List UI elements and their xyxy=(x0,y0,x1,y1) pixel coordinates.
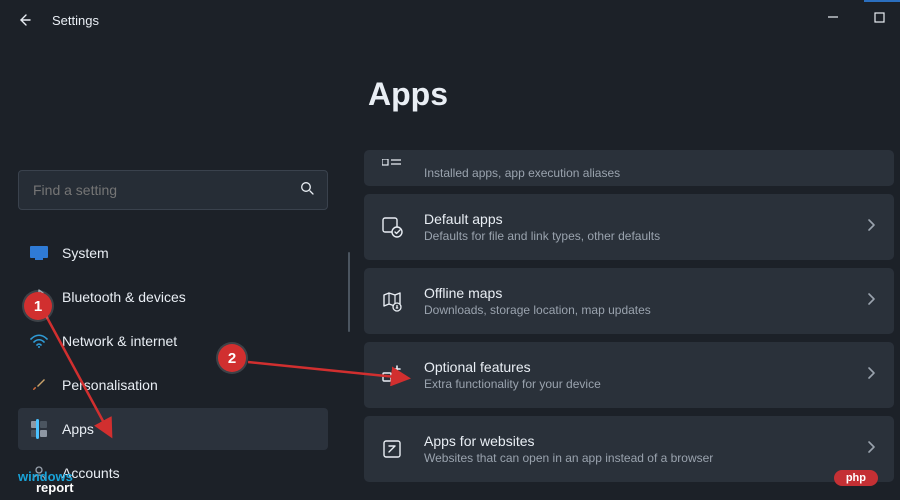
window-title: Settings xyxy=(52,13,99,28)
settings-cards: Installed apps, app execution aliases De… xyxy=(364,150,894,482)
search-icon xyxy=(299,180,315,201)
card-optional-features[interactable]: Optional features Extra functionality fo… xyxy=(364,342,894,408)
annotation-arrow-2 xyxy=(244,356,414,386)
search-input[interactable] xyxy=(31,181,299,199)
card-title: Default apps xyxy=(424,211,848,227)
card-title: Optional features xyxy=(424,359,848,375)
chevron-right-icon xyxy=(866,218,876,237)
maximize-button[interactable] xyxy=(864,6,894,28)
layout: System Bluetooth & devices Network & int… xyxy=(0,40,900,500)
scrollbar-thumb[interactable] xyxy=(348,252,350,332)
card-text: Installed apps, app execution aliases xyxy=(424,164,876,180)
card-title: Offline maps xyxy=(424,285,848,301)
chevron-right-icon xyxy=(866,366,876,385)
card-text: Optional features Extra functionality fo… xyxy=(424,359,848,391)
card-offline-maps[interactable]: Offline maps Downloads, storage location… xyxy=(364,268,894,334)
annotation-marker-2: 2 xyxy=(218,344,246,372)
search-box[interactable] xyxy=(18,170,328,210)
card-subtitle: Websites that can open in an app instead… xyxy=(424,451,848,465)
card-subtitle: Installed apps, app execution aliases xyxy=(424,166,876,180)
back-button[interactable] xyxy=(10,6,38,34)
sidebar-item-label: System xyxy=(62,245,109,261)
minimize-button[interactable] xyxy=(818,6,848,28)
card-subtitle: Downloads, storage location, map updates xyxy=(424,303,848,317)
card-title: Apps for websites xyxy=(424,433,848,449)
watermark: windows report xyxy=(18,470,74,494)
sidebar-item-label: Bluetooth & devices xyxy=(62,289,186,305)
card-subtitle: Extra functionality for your device xyxy=(424,377,848,391)
watermark-line-2: report xyxy=(36,481,74,494)
page-title: Apps xyxy=(368,76,876,113)
list-icon xyxy=(378,152,406,180)
php-badge: php xyxy=(834,470,878,486)
card-installed-apps[interactable]: Installed apps, app execution aliases xyxy=(364,150,894,186)
card-default-apps[interactable]: Default apps Defaults for file and link … xyxy=(364,194,894,260)
chevron-right-icon xyxy=(866,292,876,311)
websites-icon xyxy=(378,435,406,463)
window-controls xyxy=(818,6,894,28)
card-subtitle: Defaults for file and link types, other … xyxy=(424,229,848,243)
card-apps-for-websites[interactable]: Apps for websites Websites that can open… xyxy=(364,416,894,482)
default-apps-icon xyxy=(378,213,406,241)
annotation-marker-1: 1 xyxy=(24,292,52,320)
display-icon xyxy=(30,244,48,262)
card-text: Default apps Defaults for file and link … xyxy=(424,211,848,243)
sidebar-item-system[interactable]: System xyxy=(18,232,328,274)
settings-scroll[interactable]: Installed apps, app execution aliases De… xyxy=(364,150,894,500)
title-bar: Settings xyxy=(0,0,900,40)
map-icon xyxy=(378,287,406,315)
main-panel: Apps Installed apps, app execution alias… xyxy=(340,40,900,500)
card-text: Offline maps Downloads, storage location… xyxy=(424,285,848,317)
annotation-arrow-1 xyxy=(38,306,128,446)
card-text: Apps for websites Websites that can open… xyxy=(424,433,848,465)
chevron-right-icon xyxy=(866,440,876,459)
